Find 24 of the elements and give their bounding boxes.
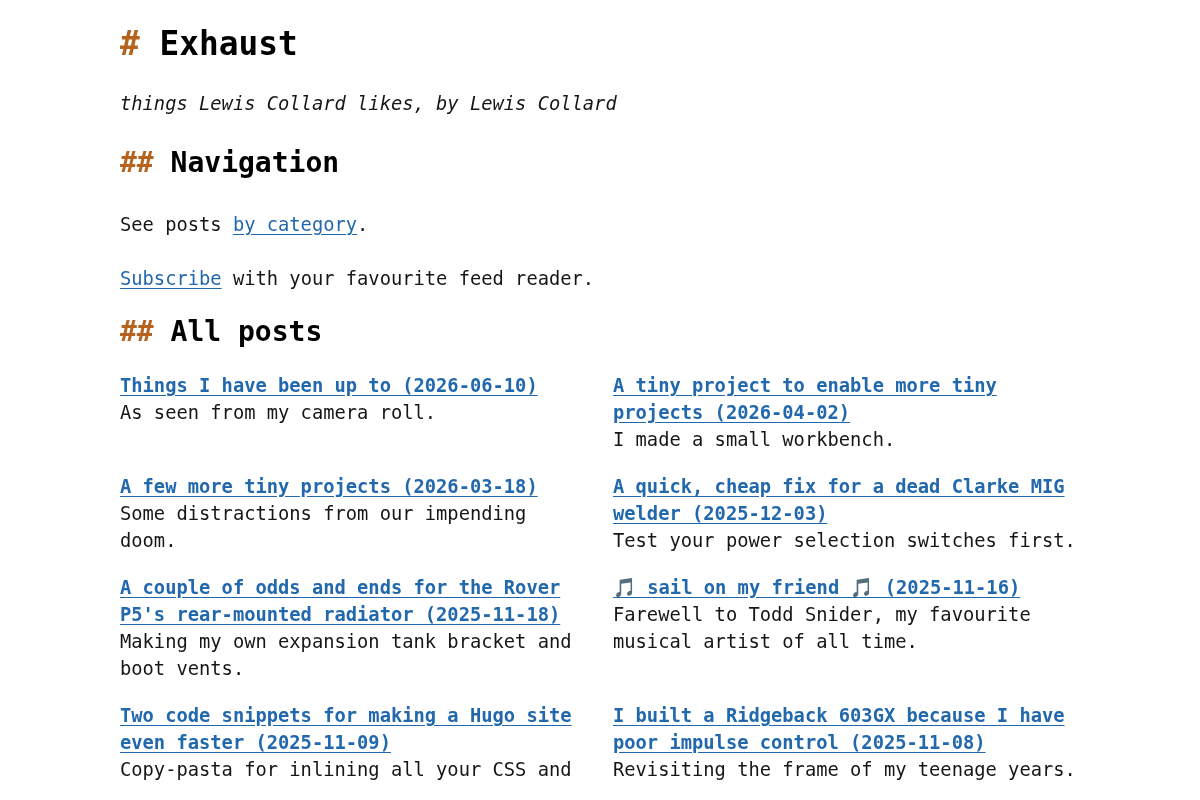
site-tagline: things Lewis Collard likes, by Lewis Collard: [120, 92, 617, 116]
navigation-sentence: Subscribe with your favourite feed reader.: [120, 267, 595, 291]
post-title-link[interactable]: A few more tiny projects (2026-03-18): [120, 473, 538, 500]
navigation-heading: ## Navigation: [120, 145, 340, 181]
site-title: # Exhaust: [120, 24, 298, 64]
navigation-sentence: See posts by category.: [120, 213, 369, 237]
post-summary: Some distractions from our impending doom.: [120, 502, 528, 553]
post-title-link[interactable]: A tiny project to enable more tiny projects (2026-04-02): [613, 372, 1080, 426]
post-title-link[interactable]: 🎵 sail on my friend 🎵 (2025-11-16): [613, 574, 1021, 601]
post-summary: Making my own expansion tank bracket and boot vents.: [120, 630, 573, 681]
post-title-link[interactable]: I built a Ridgeback 603GX because I have poor impulse control (2025-11-08): [613, 702, 1080, 756]
post-summary: Copy-pasta for inlining all your CSS and: [120, 758, 572, 782]
post-title-link[interactable]: Two code snippets for making a Hugo site even faster (2025-11-09): [120, 702, 587, 756]
category-link[interactable]: by category: [232, 214, 358, 235]
post-summary: Revisiting the frame of my teenage years.: [613, 758, 1076, 782]
post-title-link[interactable]: Things I have been up to (2026-06-10): [120, 372, 538, 399]
post-summary: I made a small workbench.: [613, 428, 896, 452]
post-title-link[interactable]: A quick, cheap fix for a dead Clarke MIG welder (2025-12-03): [613, 473, 1080, 527]
post-summary: Test your power selection switches first.: [613, 529, 1076, 553]
post-title-link[interactable]: A couple of odds and ends for the Rover P5's rear-mounted radiator (2025-11-18): [120, 574, 587, 628]
subscribe-link[interactable]: Subscribe: [120, 268, 222, 289]
post-summary: As seen from my camera roll.: [120, 401, 437, 425]
all-posts-heading: ## All posts: [120, 314, 323, 350]
post-summary: Farewell to Todd Snider, my favourite musical artist of all time.: [613, 603, 1032, 654]
